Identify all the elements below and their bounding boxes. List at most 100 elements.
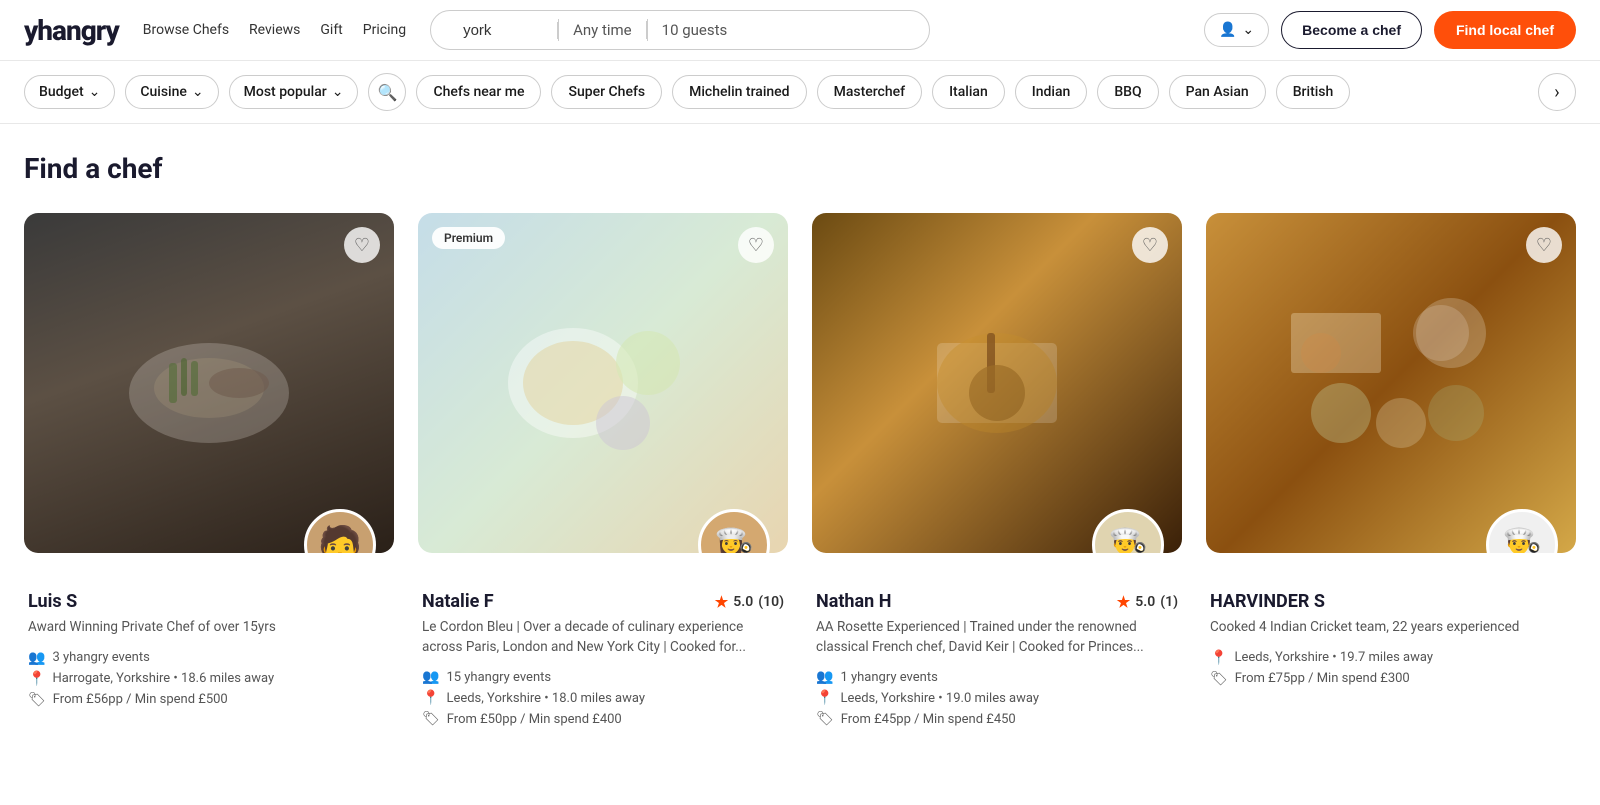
chef-meta-harvinder: 📍 Leeds, Yorkshire • 19.7 miles away 🏷 F… bbox=[1210, 650, 1572, 687]
page-title: Find a chef bbox=[24, 152, 1576, 185]
tag-british[interactable]: British bbox=[1276, 75, 1351, 109]
chef-name-harvinder: HARVINDER S bbox=[1210, 591, 1325, 612]
tag-italian[interactable]: Italian bbox=[932, 75, 1005, 109]
location-icon-luis: 📍 bbox=[28, 671, 45, 687]
tag-michelin-trained[interactable]: Michelin trained bbox=[672, 75, 806, 109]
card-image-nathan bbox=[812, 213, 1182, 553]
card-body-harvinder: HARVINDER S Cooked 4 Indian Cricket team… bbox=[1206, 553, 1576, 695]
chef-name-natalie: Natalie F bbox=[422, 591, 494, 612]
location-text-harvinder: Leeds, Yorkshire • 19.7 miles away bbox=[1234, 650, 1433, 665]
search-bar[interactable]: Any time 10 guests bbox=[430, 10, 930, 50]
nav-pricing[interactable]: Pricing bbox=[363, 22, 406, 38]
premium-badge-natalie: Premium bbox=[432, 227, 505, 249]
location-input[interactable] bbox=[463, 22, 543, 39]
cuisine-dropdown[interactable]: Cuisine ⌄ bbox=[125, 75, 218, 109]
events-icon-luis: 👥 bbox=[28, 650, 45, 666]
pricing-icon-nathan: 🏷 bbox=[816, 711, 834, 727]
star-icon-natalie: ★ bbox=[715, 593, 728, 611]
most-popular-chevron-icon: ⌄ bbox=[332, 84, 344, 100]
cuisine-chevron-icon: ⌄ bbox=[192, 84, 204, 100]
location-section[interactable] bbox=[449, 22, 558, 39]
chef-desc-natalie: Le Cordon Bleu | Over a decade of culina… bbox=[422, 618, 784, 657]
search-filter-button[interactable]: 🔍 bbox=[368, 73, 406, 111]
pricing-text-luis: From £56pp / Min spend £500 bbox=[53, 692, 228, 707]
header: yhangry Browse Chefs Reviews Gift Pricin… bbox=[0, 0, 1600, 61]
pricing-icon-natalie: 🏷 bbox=[422, 711, 440, 727]
chevron-right-icon: › bbox=[1554, 82, 1559, 103]
tag-pan-asian[interactable]: Pan Asian bbox=[1169, 75, 1266, 109]
time-label: Any time bbox=[573, 21, 632, 39]
budget-dropdown[interactable]: Budget ⌄ bbox=[24, 75, 115, 109]
nav: Browse Chefs Reviews Gift Pricing bbox=[143, 22, 406, 38]
chef-desc-luis: Award Winning Private Chef of over 15yrs bbox=[28, 618, 390, 638]
nav-reviews[interactable]: Reviews bbox=[249, 22, 300, 38]
chef-card-natalie[interactable]: ♡ Premium 👩‍🍳 Natalie F ★ 5.0 (10) Le Co… bbox=[418, 213, 788, 735]
card-image-natalie bbox=[418, 213, 788, 553]
most-popular-dropdown[interactable]: Most popular ⌄ bbox=[229, 75, 359, 109]
chef-desc-nathan: AA Rosette Experienced | Trained under t… bbox=[816, 618, 1178, 657]
pricing-text-nathan: From £45pp / Min spend £450 bbox=[841, 712, 1016, 727]
tag-indian[interactable]: Indian bbox=[1015, 75, 1088, 109]
chef-pricing-luis: 🏷 From £56pp / Min spend £500 bbox=[28, 692, 390, 708]
nav-browse-chefs[interactable]: Browse Chefs bbox=[143, 22, 229, 38]
guests-label: 10 guests bbox=[662, 21, 728, 39]
search-icon: 🔍 bbox=[378, 83, 398, 102]
location-text-nathan: Leeds, Yorkshire • 19.0 miles away bbox=[840, 691, 1039, 706]
location-text-luis: Harrogate, Yorkshire • 18.6 miles away bbox=[52, 671, 274, 686]
events-icon-natalie: 👥 bbox=[422, 669, 439, 685]
chef-meta-luis: 👥 3 yhangry events 📍 Harrogate, Yorkshir… bbox=[28, 650, 390, 708]
chef-name-row-luis: Luis S bbox=[28, 591, 390, 612]
filter-bar: Budget ⌄ Cuisine ⌄ Most popular ⌄ 🔍 Chef… bbox=[0, 61, 1600, 124]
rating-nathan: ★ 5.0 (1) bbox=[1117, 593, 1178, 611]
chef-card-harvinder[interactable]: ♡ 👨‍🍳 HARVINDER S Cooked 4 Indian Cricke… bbox=[1206, 213, 1576, 735]
chef-location-harvinder: 📍 Leeds, Yorkshire • 19.7 miles away bbox=[1210, 650, 1572, 666]
chef-location-luis: 📍 Harrogate, Yorkshire • 18.6 miles away bbox=[28, 671, 390, 687]
main-content: Find a chef ♡ 🧑 bbox=[0, 124, 1600, 775]
tag-super-chefs[interactable]: Super Chefs bbox=[551, 75, 662, 109]
cuisine-label: Cuisine bbox=[140, 84, 187, 100]
pricing-text-natalie: From £50pp / Min spend £400 bbox=[447, 712, 622, 727]
chef-pricing-harvinder: 🏷 From £75pp / Min spend £300 bbox=[1210, 671, 1572, 687]
nav-gift[interactable]: Gift bbox=[320, 22, 342, 38]
tag-chefs-near-me[interactable]: Chefs near me bbox=[416, 75, 541, 109]
guests-section[interactable]: 10 guests bbox=[648, 21, 742, 39]
find-chef-button[interactable]: Find local chef bbox=[1434, 11, 1576, 49]
card-image-wrap-nathan: ♡ 👨‍🍳 bbox=[812, 213, 1182, 553]
time-section[interactable]: Any time bbox=[559, 21, 647, 39]
user-menu-button[interactable]: 👤 ⌄ bbox=[1204, 13, 1269, 47]
chevron-down-icon: ⌄ bbox=[1242, 22, 1254, 38]
tag-masterchef[interactable]: Masterchef bbox=[817, 75, 923, 109]
chef-card-nathan[interactable]: ♡ 👨‍🍳 Nathan H ★ 5.0 (1) AA Rosette Expe… bbox=[812, 213, 1182, 735]
chef-pricing-nathan: 🏷 From £45pp / Min spend £450 bbox=[816, 711, 1178, 727]
logo[interactable]: yhangry bbox=[24, 14, 119, 47]
chef-desc-harvinder: Cooked 4 Indian Cricket team, 22 years e… bbox=[1210, 618, 1572, 638]
chef-events-nathan: 👥 1 yhangry events bbox=[816, 669, 1178, 685]
heart-button-natalie[interactable]: ♡ bbox=[738, 227, 774, 263]
location-icon-harvinder: 📍 bbox=[1210, 650, 1227, 666]
star-icon-nathan: ★ bbox=[1117, 593, 1130, 611]
chef-location-nathan: 📍 Leeds, Yorkshire • 19.0 miles away bbox=[816, 690, 1178, 706]
chef-name-nathan: Nathan H bbox=[816, 591, 891, 612]
card-body-luis: Luis S Award Winning Private Chef of ove… bbox=[24, 553, 394, 716]
location-text-natalie: Leeds, Yorkshire • 18.0 miles away bbox=[446, 691, 645, 706]
become-chef-button[interactable]: Become a chef bbox=[1281, 11, 1422, 49]
rating-value-nathan: 5.0 bbox=[1135, 594, 1155, 610]
card-image-luis bbox=[24, 213, 394, 553]
chef-pricing-natalie: 🏷 From £50pp / Min spend £400 bbox=[422, 711, 784, 727]
card-image-wrap-natalie: ♡ Premium 👩‍🍳 bbox=[418, 213, 788, 553]
location-icon-natalie: 📍 bbox=[422, 690, 439, 706]
events-text-luis: 3 yhangry events bbox=[52, 650, 149, 665]
tag-bbq[interactable]: BBQ bbox=[1097, 75, 1158, 109]
card-image-harvinder bbox=[1206, 213, 1576, 553]
pricing-text-harvinder: From £75pp / Min spend £300 bbox=[1235, 671, 1410, 686]
chef-name-row-natalie: Natalie F ★ 5.0 (10) bbox=[422, 591, 784, 612]
chef-card-luis[interactable]: ♡ 🧑 Luis S Award Winning Private Chef of… bbox=[24, 213, 394, 735]
budget-chevron-icon: ⌄ bbox=[89, 84, 101, 100]
filter-scroll-right-button[interactable]: › bbox=[1538, 73, 1576, 111]
heart-button-luis[interactable]: ♡ bbox=[344, 227, 380, 263]
chef-meta-natalie: 👥 15 yhangry events 📍 Leeds, Yorkshire •… bbox=[422, 669, 784, 727]
rating-value-natalie: 5.0 bbox=[733, 594, 753, 610]
heart-button-nathan[interactable]: ♡ bbox=[1132, 227, 1168, 263]
header-right: 👤 ⌄ Become a chef Find local chef bbox=[1204, 11, 1576, 49]
heart-button-harvinder[interactable]: ♡ bbox=[1526, 227, 1562, 263]
